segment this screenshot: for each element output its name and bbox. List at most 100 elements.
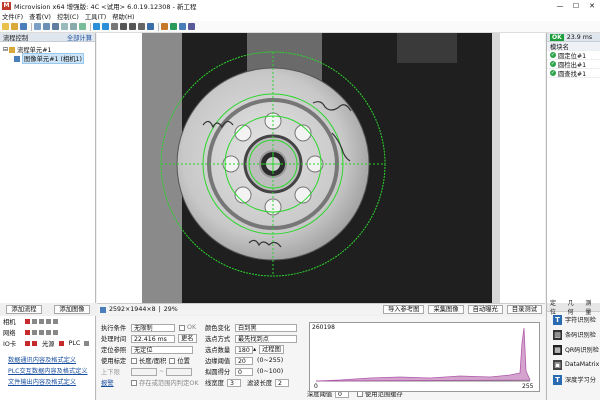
exist-ok-label: 存在或范围内判定OK [139,380,199,387]
zoom-out-icon[interactable] [129,23,136,30]
tab-measure[interactable]: 测量 [582,298,600,316]
position-checkbox[interactable] [169,357,176,364]
module-name: 圆检出#1 [558,61,587,69]
ok-checkbox[interactable] [179,324,185,331]
add-image-button[interactable]: 添加图像 [54,304,90,314]
fit-icon[interactable] [138,23,145,30]
plc-label: PLC [68,340,81,347]
gray-histogram: 260198 0 255 [309,322,540,392]
len-area-checkbox[interactable] [131,357,137,364]
check-icon: ✓ [550,61,556,67]
run-icon[interactable] [93,23,100,30]
line-width-input[interactable]: 3 [227,378,241,387]
param-column-2: 颜色变化 白到黑 选点方式 最先找到点 选点数量 180 ▴ 过程图 边缘阈值 20 (0~2… [205,322,305,388]
bolt-hole [294,124,312,142]
tool-label: QR码识别检 [565,347,599,354]
parameter-panel: 执行条件 无限制 OK 处理时间 22.416 ms 更名 定位参照 无定位 使用标定 长度… [97,316,545,400]
directory-test-button[interactable]: 目录测试 [506,305,542,314]
exist-ok-checkbox[interactable] [131,379,137,386]
fixture-top [397,33,457,63]
left-fixture [142,33,182,303]
filter-length-input[interactable]: 2 [275,378,289,387]
menu-control[interactable]: 控制(C) [57,12,79,21]
open-icon[interactable] [11,23,18,30]
file-format-link[interactable]: 文件输出内容及格式定义 [0,377,95,388]
plc-format-link[interactable]: PLC交互数据内容及格式定义 [0,366,95,377]
image-status-bar: 2592×1944×8 | 29% 导入参考图 采集图像 自动曝光 目录测试 [97,303,545,315]
io-lamp [25,341,30,346]
run-loop-icon[interactable] [102,23,109,30]
menu-help[interactable]: 帮助(H) [112,12,134,21]
image-icon[interactable] [43,23,50,30]
compute-all-link[interactable]: 全部计算 [67,33,92,42]
exec-cond-select[interactable]: 无限制 [131,323,175,332]
flow-control-header: 流程控制 全部计算 [0,33,95,42]
tab-geometry[interactable]: 几何 [565,298,583,316]
rename-button[interactable]: 更名 [178,334,197,343]
pan-icon[interactable] [79,23,86,30]
settings-icon[interactable] [161,23,168,30]
menu-tools[interactable]: 工具(T) [85,12,106,21]
save-icon[interactable] [20,23,27,30]
menu-file[interactable]: 文件(F) [2,12,23,21]
flow-icon [9,46,16,53]
position-label: 位置 [177,358,190,365]
video-icon[interactable] [52,23,59,30]
maximize-button[interactable]: ☐ [568,2,584,10]
comm-format-link[interactable]: 数据通讯内容及格式定义 [0,355,95,366]
refresh-icon[interactable] [170,23,177,30]
io-icon[interactable] [179,23,186,30]
auto-exposure-button[interactable]: 自动曝光 [467,305,503,314]
locate-label: 定位参照 [101,347,127,354]
upper-limit-input[interactable] [166,367,193,376]
alarm-link[interactable]: 报警 [101,378,131,387]
image-size: 2592×1944×8 [109,306,156,313]
spin-icon[interactable]: ▴ [253,346,257,353]
zoom-in-icon[interactable] [120,23,127,30]
edge-threshold-input[interactable]: 20 [235,356,253,365]
point-mode-select[interactable]: 最先找到点 [235,334,297,343]
image-viewer[interactable] [97,33,545,303]
window-title: Microvision x64 增强版: 4C <试用> 6.0.19.1230… [14,3,197,11]
menu-view[interactable]: 查看(V) [29,12,51,21]
pointer-icon[interactable] [70,23,77,30]
import-reference-button[interactable]: 导入参考图 [382,305,425,314]
grid-icon[interactable] [61,23,68,30]
check-icon: ✓ [550,52,556,58]
camera-image[interactable] [97,33,545,303]
tool-barcode[interactable]: ▥ 条码识别检 [547,327,600,342]
capture-image-button[interactable]: 采集图像 [428,305,464,314]
tool-qrcode[interactable]: ▦ QR码识别检 [547,342,600,357]
point-mode-label: 选点方式 [205,336,231,343]
stop-icon[interactable] [111,23,118,30]
tree-item-image-unit[interactable]: 图像单元#1 (相机1) [0,53,95,64]
tool-ocr[interactable]: T 字符识别检 [547,312,600,327]
roi-icon[interactable] [147,23,154,30]
tool-datamatrix[interactable]: ▣ DataMatrix [547,357,600,372]
network-lamp [39,330,44,335]
lower-limit-input[interactable] [131,367,157,376]
text-tool-icon: T [553,314,562,325]
module-row[interactable]: ✓ 圆查找#1 [547,69,600,78]
light-lamp [58,341,64,346]
add-flow-button[interactable]: 添加流程 [6,304,42,314]
tool-deep-learning[interactable]: T 深度学习分 [547,372,600,387]
minimize-button[interactable]: — [552,2,568,10]
flow-buttons: 添加流程 添加图像 [0,303,96,315]
tool-label: 字符识别检 [565,317,596,324]
tab-locate[interactable]: 定位 [547,298,565,316]
fit-score-input[interactable]: 0 [235,367,253,376]
edge-threshold-label: 边缘阈值 [205,358,231,365]
flow-control-panel: 流程控制 全部计算 ⊟ 流程单元#1 图像单元#1 (相机1) [0,33,96,303]
histogram-x-min: 0 [314,383,318,390]
new-icon[interactable] [2,23,9,30]
point-count-input[interactable]: 180 [235,345,253,354]
camera-icon[interactable] [34,23,41,30]
expand-icon[interactable]: ⊟ [3,46,8,53]
info-icon[interactable] [188,23,195,30]
close-button[interactable]: ✕ [584,2,600,10]
process-image-button[interactable]: 过程图 [259,345,284,354]
locate-select[interactable]: 无定位 [131,345,193,354]
color-change-select[interactable]: 白到黑 [235,323,297,332]
check-icon: ✓ [550,70,556,76]
